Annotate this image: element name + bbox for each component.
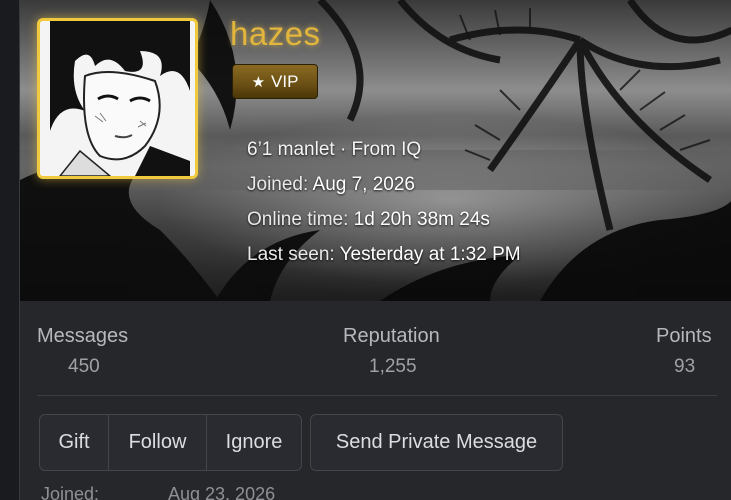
last-seen-label: Last seen: xyxy=(247,244,335,265)
vip-badge: ★ VIP xyxy=(232,64,318,99)
stat-points-value[interactable]: 93 xyxy=(674,356,695,378)
profile-about: 6’1 manlet · From IQ xyxy=(247,139,422,160)
joined-label: Joined: xyxy=(247,174,309,195)
stat-reputation-value[interactable]: 1,255 xyxy=(369,356,417,378)
page-gutter xyxy=(0,0,19,500)
member-card: hazes ★ VIP 6’1 manlet · From IQ Joined:… xyxy=(19,0,731,500)
joined-value: Aug 7, 2026 xyxy=(312,174,415,195)
online-time-label: Online time: xyxy=(247,209,349,230)
user-avatar[interactable] xyxy=(37,18,198,179)
gift-button[interactable]: Gift xyxy=(40,415,108,470)
send-private-message-button[interactable]: Send Private Message xyxy=(310,414,563,471)
ignore-button[interactable]: Ignore xyxy=(206,415,301,470)
username[interactable]: hazes xyxy=(230,15,321,53)
follow-button[interactable]: Follow xyxy=(108,415,206,470)
profile-banner: hazes ★ VIP 6’1 manlet · From IQ Joined:… xyxy=(20,0,731,301)
stat-messages-value[interactable]: 450 xyxy=(68,356,100,378)
stat-messages-label[interactable]: Messages xyxy=(37,325,128,348)
online-time-value: 1d 20h 38m 24s xyxy=(353,209,490,230)
star-icon: ★ xyxy=(251,73,266,91)
profile-joined: Joined: Aug 7, 2026 xyxy=(247,174,415,196)
next-row-joined-value: Aug 23, 2026 xyxy=(168,484,276,500)
stats-divider xyxy=(37,395,717,396)
next-row-joined-label: Joined: xyxy=(41,484,100,500)
stat-reputation-label[interactable]: Reputation xyxy=(343,325,440,348)
profile-last-seen: Last seen: Yesterday at 1:32 PM xyxy=(247,244,521,266)
avatar-illustration xyxy=(40,21,195,176)
profile-online-time: Online time: 1d 20h 38m 24s xyxy=(247,209,490,231)
stat-points-label[interactable]: Points xyxy=(656,325,712,348)
vip-badge-label: VIP xyxy=(271,71,299,91)
last-seen-value[interactable]: Yesterday at 1:32 PM xyxy=(340,244,521,265)
profile-action-group: Gift Follow Ignore xyxy=(39,414,302,471)
